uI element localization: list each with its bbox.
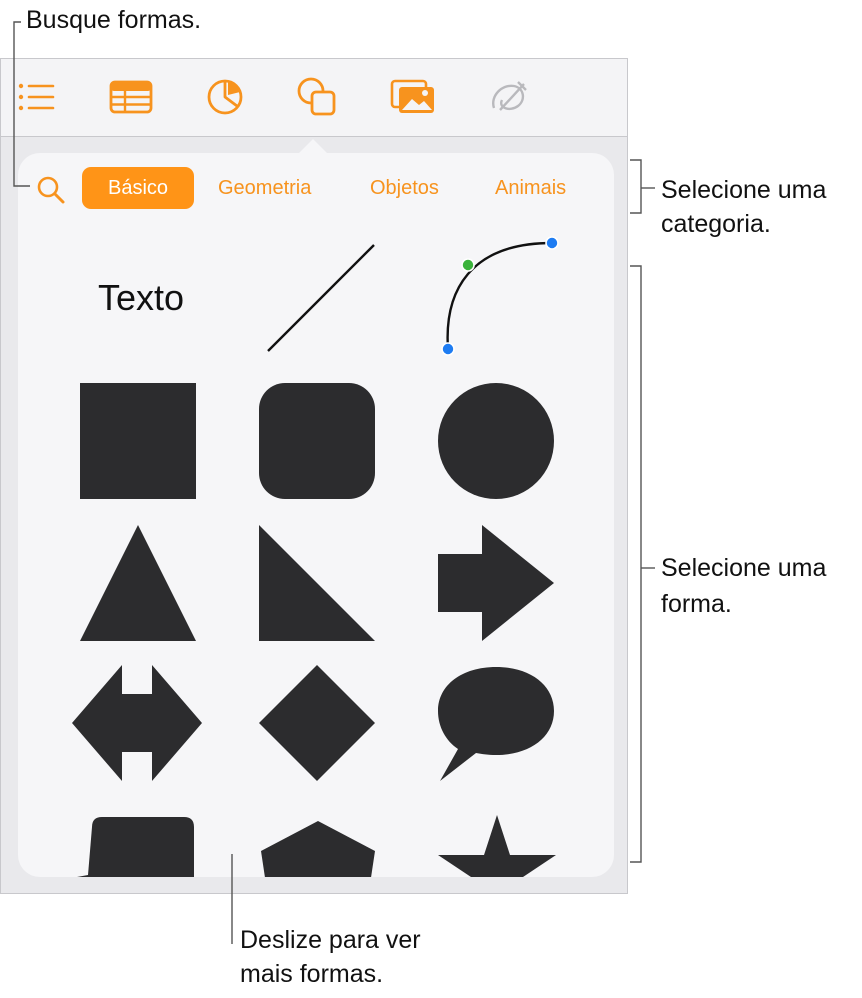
shape-bracket: [630, 265, 642, 863]
search-leader-line: [13, 21, 30, 187]
annotation-lines: [13, 21, 655, 944]
category-bracket: [630, 159, 642, 214]
